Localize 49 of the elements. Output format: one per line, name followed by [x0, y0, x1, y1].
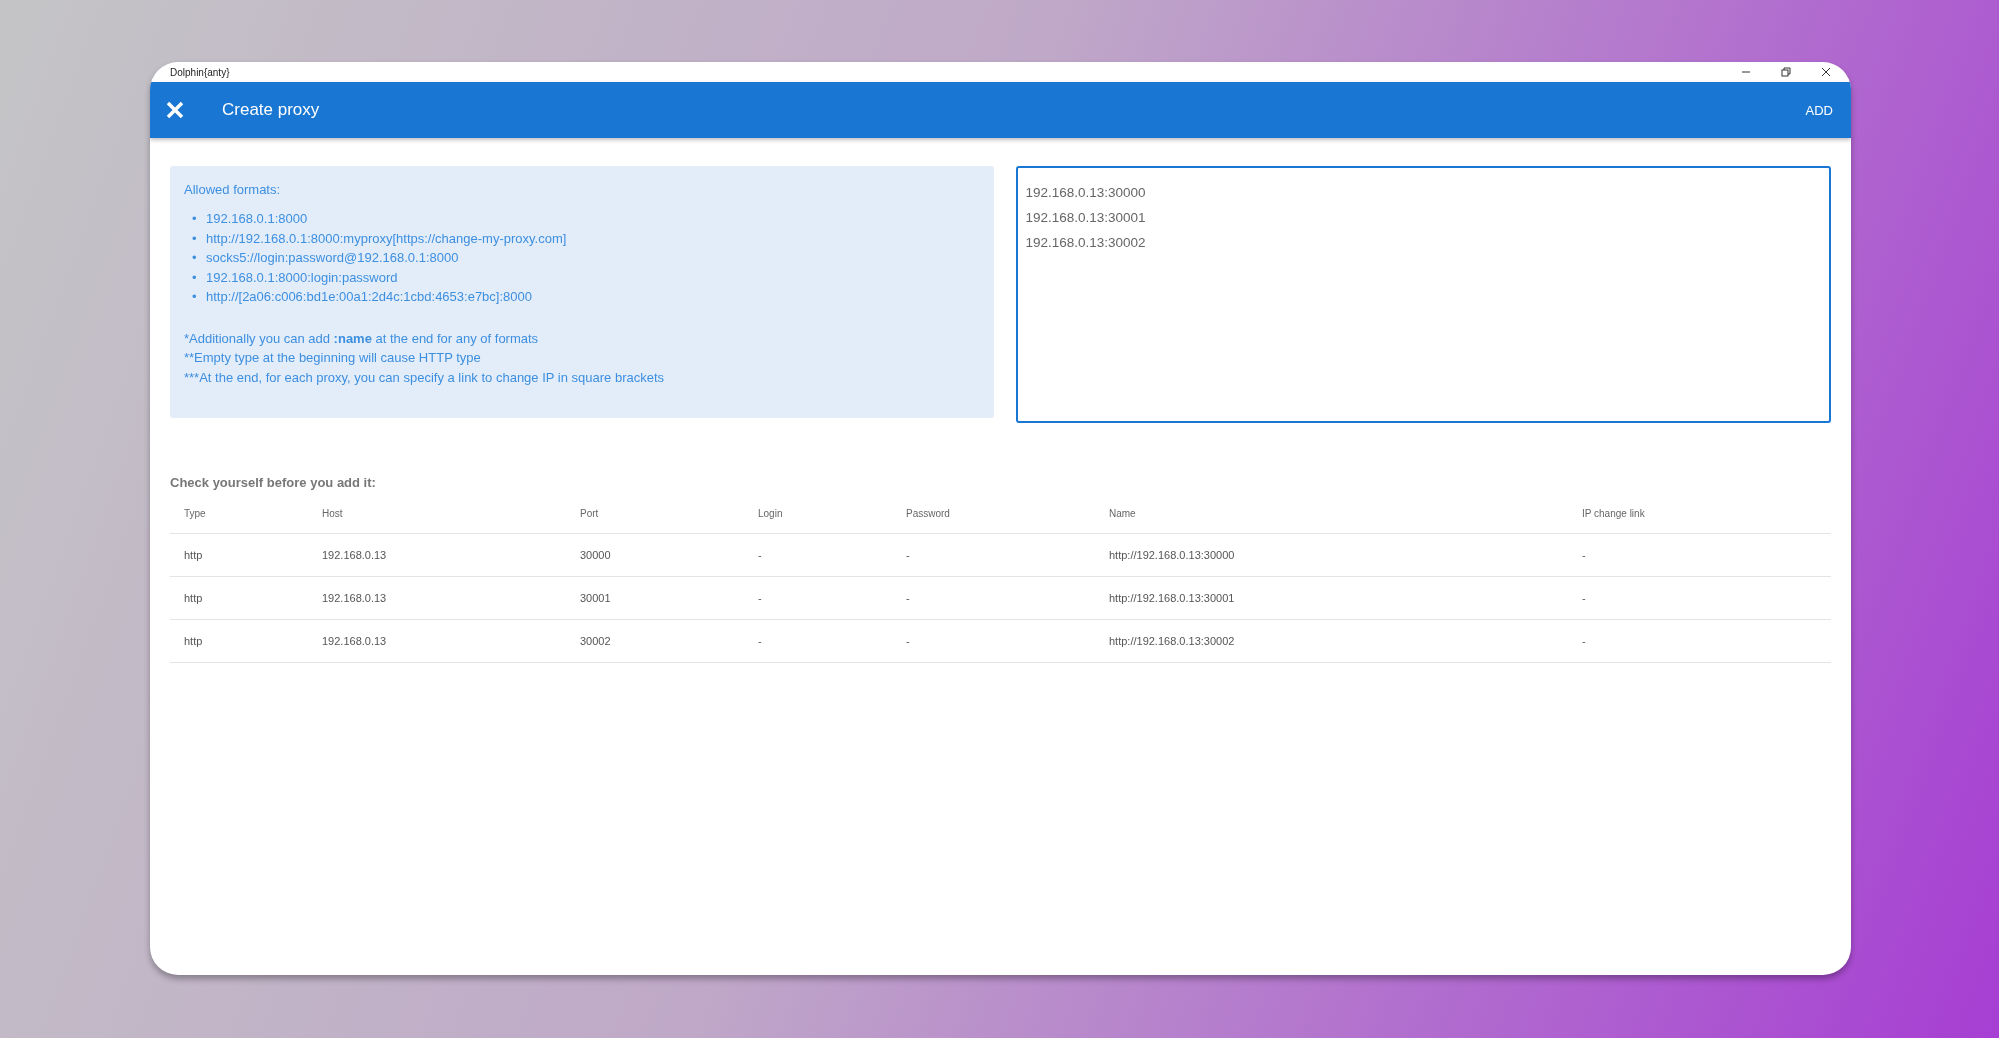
column-header: Host	[308, 500, 566, 534]
table-cell: -	[1568, 533, 1831, 577]
table-cell: 192.168.0.13	[308, 533, 566, 577]
bullet: •	[192, 268, 198, 287]
close-icon[interactable]	[1821, 67, 1831, 77]
add-button[interactable]: ADD	[1799, 96, 1839, 124]
dialog-title: Create proxy	[222, 100, 321, 120]
table-cell: -	[1568, 619, 1831, 663]
table-cell: 192.168.0.13	[308, 619, 566, 663]
table-cell: http	[170, 619, 308, 663]
bullet: •	[192, 288, 198, 306]
table-cell: http://192.168.0.13:30000	[1095, 533, 1568, 577]
column-header: Name	[1095, 500, 1568, 534]
table-cell: -	[1568, 576, 1831, 620]
bullet: •	[192, 229, 198, 248]
format-example: http://[2a06:c006:bd1e:00a1:2d4c:1cbd:4653:e7bc]:8000	[206, 288, 532, 306]
table-cell: 30001	[566, 576, 744, 620]
bullet: •	[192, 210, 198, 228]
column-header: Type	[170, 500, 308, 534]
table-cell: http	[170, 576, 308, 620]
table-cell: -	[892, 619, 1095, 663]
column-header: IP change link	[1568, 500, 1831, 534]
window-title: Dolphin{anty}	[170, 66, 230, 78]
column-header: Port	[566, 500, 744, 534]
table-cell: http	[170, 533, 308, 577]
format-example: 192.168.0.1:8000:login:password	[206, 268, 398, 287]
table-cell: -	[744, 533, 892, 577]
table-cell: 30000	[566, 533, 744, 577]
table-cell: -	[892, 576, 1095, 620]
table-cell: -	[744, 619, 892, 663]
format-note: ***At the end, for each proxy, you can specify a link to change IP in square brackets	[184, 368, 666, 387]
bullet: •	[192, 249, 198, 267]
table-cell: http://192.168.0.13:30001	[1095, 576, 1568, 620]
table-cell: 30002	[566, 619, 744, 663]
column-header: Login	[744, 500, 892, 534]
table-cell: -	[892, 533, 1095, 577]
format-example: http://192.168.0.1:8000:myproxy[https://change-my-proxy.com]	[206, 229, 567, 248]
column-header: Password	[892, 500, 1095, 534]
format-example: socks5://login:password@192.168.0.1:8000	[206, 249, 459, 267]
format-note: *Additionally you can add :name at the end for any of formats	[184, 329, 540, 348]
table-cell: 192.168.0.13	[308, 576, 566, 620]
restore-icon[interactable]	[1781, 67, 1791, 77]
table-cell: -	[744, 576, 892, 620]
formats-title: Allowed formats:	[184, 182, 282, 197]
proxy-input-field[interactable]: 192.168.0.13:30000 192.168.0.13:30001 192.168.0.13:30002	[1015, 166, 1831, 423]
table-title: Check yourself before you add it:	[170, 475, 377, 490]
format-note: **Empty type at the beginning will cause HTTP type	[184, 349, 482, 367]
table-cell: http://192.168.0.13:30002	[1095, 619, 1568, 663]
format-example: 192.168.0.1:8000	[206, 210, 308, 228]
